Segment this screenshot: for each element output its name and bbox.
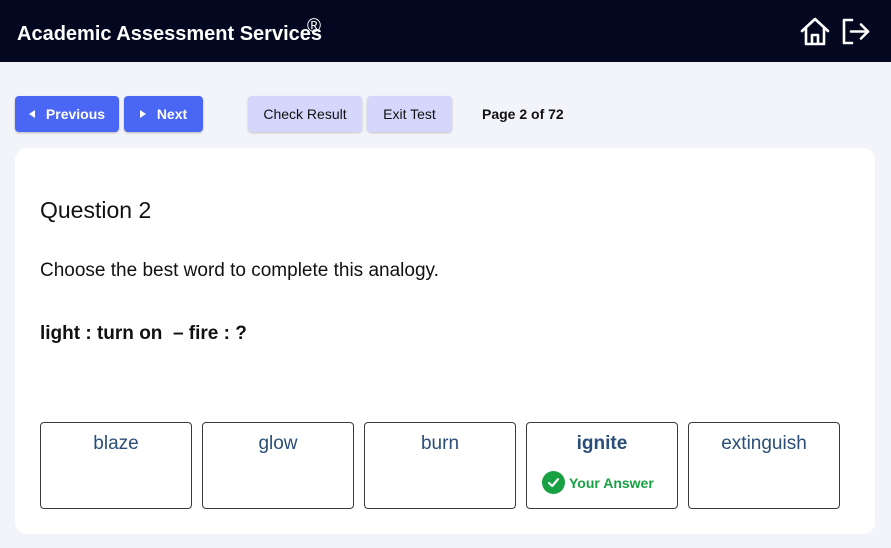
next-button[interactable]: Next [124, 96, 203, 132]
option-label: ignite [576, 433, 628, 454]
option-label: extinguish [721, 433, 807, 454]
previous-label: Previous [45, 106, 106, 122]
answer-option-extinguish[interactable]: extinguish [688, 422, 840, 509]
answer-option-glow[interactable]: glow [202, 422, 354, 509]
analogy-text: light : turn on – fire : ? [40, 323, 247, 344]
logout-icon[interactable] [839, 15, 873, 49]
exit-test-button[interactable]: Exit Test [367, 96, 452, 132]
answer-option-burn[interactable]: burn [364, 422, 516, 509]
answer-option-blaze[interactable]: blaze [40, 422, 192, 509]
answer-option-ignite[interactable]: ignite Your Answer [526, 422, 678, 509]
caret-left-icon [28, 110, 35, 118]
caret-right-icon [139, 110, 146, 118]
your-answer-label: Your Answer [569, 474, 654, 491]
top-bar: Academic Assessment Services ® [0, 0, 891, 62]
option-label: glow [258, 433, 298, 454]
option-label: blaze [93, 433, 139, 454]
check-result-button[interactable]: Check Result [248, 96, 362, 132]
home-icon[interactable] [798, 15, 832, 49]
check-circle-icon [542, 471, 565, 494]
question-prompt: Choose the best word to complete this an… [40, 260, 439, 281]
question-title: Question 2 [40, 197, 152, 223]
option-label: burn [420, 433, 460, 454]
question-card: Question 2 Choose the best word to compl… [15, 148, 875, 534]
next-label: Next [156, 106, 188, 122]
registered-mark: ® [307, 16, 321, 37]
previous-button[interactable]: Previous [15, 96, 119, 132]
page-indicator: Page 2 of 72 [482, 106, 564, 122]
your-answer-badge: Your Answer [542, 471, 654, 494]
brand-title: Academic Assessment Services [17, 23, 322, 45]
